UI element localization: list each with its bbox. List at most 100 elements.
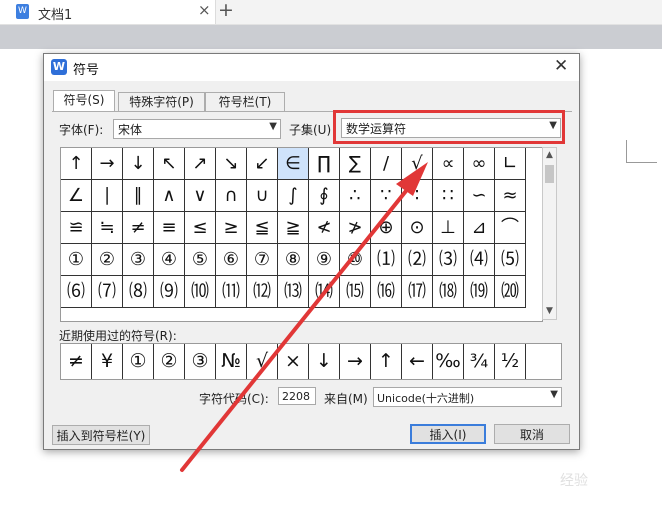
symbol-cell[interactable]: ⊕ [371, 212, 402, 244]
new-tab-plus-icon[interactable]: + [218, 0, 234, 21]
encoding-select[interactable]: Unicode(十六进制) ▼ [373, 387, 562, 407]
symbol-cell[interactable]: ③ [123, 244, 154, 276]
symbol-cell[interactable]: ⒇ [495, 276, 526, 308]
symbol-cell[interactable]: ∮ [309, 180, 340, 212]
symbol-cell[interactable]: ∧ [154, 180, 185, 212]
symbol-cell[interactable]: ∩ [216, 180, 247, 212]
symbol-cell[interactable]: ≥ [216, 212, 247, 244]
symbol-cell[interactable]: ∈ [278, 148, 309, 180]
recent-symbol-cell[interactable]: № [216, 344, 247, 379]
recent-symbol-cell[interactable]: ¥ [92, 344, 123, 379]
tab-special-characters[interactable]: 特殊字符(P) [118, 92, 205, 111]
recent-symbol-cell[interactable]: → [340, 344, 371, 379]
symbol-cell[interactable]: ∠ [61, 180, 92, 212]
symbol-cell[interactable]: ∴ [340, 180, 371, 212]
symbol-cell[interactable]: ⑾ [216, 276, 247, 308]
symbol-cell[interactable]: ∝ [433, 148, 464, 180]
recent-symbol-cell[interactable]: ↓ [309, 344, 340, 379]
symbol-cell[interactable]: ≈ [495, 180, 526, 212]
symbol-cell[interactable]: ∥ [123, 180, 154, 212]
recent-symbol-cell[interactable]: ↑ [371, 344, 402, 379]
symbol-cell[interactable]: ① [61, 244, 92, 276]
recent-symbol-cell[interactable]: × [278, 344, 309, 379]
recent-symbol-cell[interactable]: ① [123, 344, 154, 379]
recent-symbol-cell[interactable]: ≠ [61, 344, 92, 379]
symbol-cell[interactable]: ⑴ [371, 244, 402, 276]
symbol-cell[interactable]: ≡ [154, 212, 185, 244]
symbol-cell[interactable]: ⒅ [433, 276, 464, 308]
symbol-cell[interactable]: ↑ [61, 148, 92, 180]
symbol-cell[interactable]: ≦ [247, 212, 278, 244]
symbol-cell[interactable]: ≠ [123, 212, 154, 244]
symbol-cell[interactable]: ⑼ [154, 276, 185, 308]
symbol-cell[interactable]: ∑ [340, 148, 371, 180]
char-code-input[interactable]: 2208 [278, 387, 316, 405]
scroll-thumb[interactable] [545, 165, 554, 183]
symbol-cell[interactable]: / [371, 148, 402, 180]
recent-symbol-cell[interactable]: √ [247, 344, 278, 379]
symbol-cell[interactable]: ∵ [371, 180, 402, 212]
symbol-cell[interactable]: ⑹ [61, 276, 92, 308]
symbol-cell[interactable]: ⑵ [402, 244, 433, 276]
recent-symbol-cell[interactable]: ¾ [464, 344, 495, 379]
insert-button[interactable]: 插入(I) [410, 424, 486, 444]
close-icon[interactable]: ✕ [554, 56, 568, 76]
symbol-cell[interactable]: ⑤ [185, 244, 216, 276]
symbol-cell[interactable]: ⑿ [247, 276, 278, 308]
symbol-cell[interactable]: ⊿ [464, 212, 495, 244]
symbol-cell[interactable]: ⑻ [123, 276, 154, 308]
cancel-button[interactable]: 取消 [494, 424, 570, 444]
symbol-cell[interactable]: ∫ [278, 180, 309, 212]
symbol-cell[interactable]: ⊥ [433, 212, 464, 244]
symbol-cell[interactable]: ≤ [185, 212, 216, 244]
symbol-cell[interactable]: ≯ [340, 212, 371, 244]
symbol-cell[interactable]: ⑷ [464, 244, 495, 276]
symbol-cell[interactable]: ⑦ [247, 244, 278, 276]
symbol-cell[interactable]: ∣ [92, 180, 123, 212]
symbol-cell[interactable]: √ [402, 148, 433, 180]
symbol-cell[interactable]: ⒄ [402, 276, 433, 308]
symbol-cell[interactable]: ↘ [216, 148, 247, 180]
symbol-cell[interactable]: ≮ [309, 212, 340, 244]
symbol-cell[interactable]: ⒃ [371, 276, 402, 308]
tab-symbols[interactable]: 符号(S) [53, 90, 115, 112]
scroll-up-icon[interactable]: ▲ [546, 150, 553, 160]
symbol-cell[interactable]: ⑺ [92, 276, 123, 308]
insert-to-symbol-bar-button[interactable]: 插入到符号栏(Y) [52, 425, 150, 445]
document-tab[interactable]: W 文档1 × [0, 0, 216, 24]
symbol-cell[interactable]: ⑩ [340, 244, 371, 276]
symbol-cell[interactable]: ⑽ [185, 276, 216, 308]
font-select[interactable]: 宋体 ▼ [113, 119, 281, 139]
recent-symbol-cell[interactable]: ½ [495, 344, 526, 379]
symbol-cell[interactable]: ⊙ [402, 212, 433, 244]
symbol-cell[interactable]: → [92, 148, 123, 180]
symbol-cell[interactable]: ≌ [61, 212, 92, 244]
symbol-cell[interactable]: ⑶ [433, 244, 464, 276]
recent-symbol-cell[interactable]: ← [402, 344, 433, 379]
symbol-cell[interactable]: ∷ [433, 180, 464, 212]
symbol-cell[interactable]: ∽ [464, 180, 495, 212]
symbol-cell[interactable]: ≧ [278, 212, 309, 244]
symbol-cell[interactable]: ∨ [185, 180, 216, 212]
close-tab-icon[interactable]: × [198, 1, 211, 19]
dialog-titlebar[interactable]: W 符号 ✕ [44, 54, 579, 81]
symbol-cell[interactable]: ↓ [123, 148, 154, 180]
symbol-cell[interactable]: ↖ [154, 148, 185, 180]
symbol-cell[interactable]: ⒁ [309, 276, 340, 308]
symbol-cell[interactable]: ⑸ [495, 244, 526, 276]
symbol-cell[interactable]: ↙ [247, 148, 278, 180]
grid-scrollbar[interactable]: ▲ ▼ [542, 147, 557, 320]
symbol-cell[interactable]: ⑥ [216, 244, 247, 276]
scroll-down-icon[interactable]: ▼ [546, 306, 553, 316]
symbol-cell[interactable]: ④ [154, 244, 185, 276]
symbol-cell[interactable]: ⌒ [495, 212, 526, 244]
symbol-cell[interactable]: ∏ [309, 148, 340, 180]
symbol-cell[interactable]: ② [92, 244, 123, 276]
tab-symbol-bar[interactable]: 符号栏(T) [205, 92, 285, 111]
symbol-cell[interactable]: ↗ [185, 148, 216, 180]
symbol-cell[interactable]: ∟ [495, 148, 526, 180]
symbol-cell[interactable]: ⑧ [278, 244, 309, 276]
recent-symbol-cell[interactable]: ③ [185, 344, 216, 379]
symbol-cell[interactable]: ≒ [92, 212, 123, 244]
recent-symbol-cell[interactable]: ‰ [433, 344, 464, 379]
